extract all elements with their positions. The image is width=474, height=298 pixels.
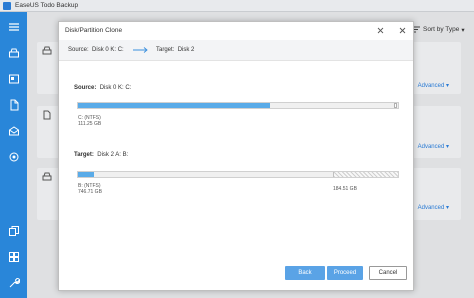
- clone-icon[interactable]: [5, 222, 22, 239]
- source-partition-usage: [78, 103, 270, 108]
- dialog-close-button[interactable]: [375, 25, 385, 35]
- sidebar: [0, 12, 27, 298]
- target-partition-usage: [78, 172, 94, 177]
- source-partition-info: C: (NTFS) 111.25 GB: [78, 115, 102, 127]
- settings-icon[interactable]: [5, 274, 22, 291]
- app-title: EaseUS Todo Backup: [15, 2, 79, 9]
- disk-icon: [42, 46, 52, 55]
- back-button[interactable]: Back: [285, 266, 325, 280]
- target-disk-label: Target: Disk 2 A: B:: [74, 152, 129, 158]
- advanced-link[interactable]: Advanced ▾: [418, 82, 449, 89]
- app-titlebar: EaseUS Todo Backup: [0, 0, 474, 12]
- disk-end-marker: [394, 103, 397, 108]
- target-disk-bar[interactable]: [77, 171, 399, 178]
- close-icon: [377, 27, 383, 33]
- disk-backup-icon[interactable]: [5, 44, 22, 61]
- source-disk-bar[interactable]: [77, 102, 399, 109]
- file-icon: [43, 110, 51, 120]
- summary-source: Source: Disk 0 K: C:: [68, 47, 124, 53]
- unallocated-size: 184.51 GB: [333, 186, 357, 192]
- dialog-title: Disk/Partition Clone: [65, 27, 123, 34]
- cancel-button[interactable]: Cancel: [369, 266, 407, 280]
- file-backup-icon[interactable]: [5, 96, 22, 113]
- source-disk-label: Source: Disk 0 K: C:: [74, 85, 132, 91]
- app-logo-icon: [3, 2, 11, 10]
- close-icon: [399, 27, 405, 33]
- system-backup-icon[interactable]: [5, 70, 22, 87]
- advanced-link[interactable]: Advanced ▾: [418, 143, 449, 150]
- mail-backup-icon[interactable]: [5, 122, 22, 139]
- smart-backup-icon[interactable]: [5, 148, 22, 165]
- menu-icon[interactable]: [5, 18, 22, 35]
- chevron-down-icon: ▾: [461, 26, 465, 34]
- arrow-right-icon: [133, 47, 148, 53]
- clone-dialog: Disk/Partition Clone Source: Disk 0 K: C…: [58, 21, 414, 291]
- proceed-button[interactable]: Proceed: [327, 266, 363, 280]
- disk-icon: [42, 172, 52, 181]
- sort-label: Sort by Type: [423, 26, 460, 33]
- target-partition-info: B: (NTFS) 746.71 GB: [78, 183, 102, 195]
- clone-summary: Source: Disk 0 K: C: Target: Disk 2: [59, 40, 413, 61]
- dialog-help-button[interactable]: [397, 25, 407, 35]
- unallocated-space: [333, 172, 398, 177]
- summary-target: Target: Disk 2: [156, 47, 195, 53]
- tools-icon[interactable]: [5, 248, 22, 265]
- sort-dropdown[interactable]: Sort by Type ▾: [412, 25, 465, 34]
- advanced-link[interactable]: Advanced ▾: [418, 204, 449, 211]
